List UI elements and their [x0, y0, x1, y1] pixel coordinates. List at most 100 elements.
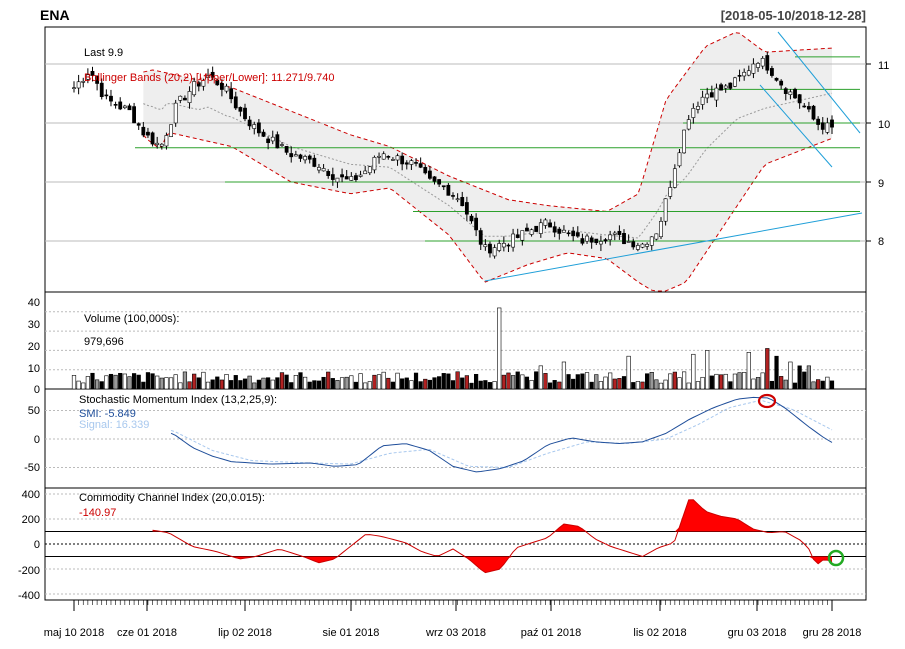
candle-down — [229, 88, 234, 100]
volume-bar — [464, 375, 469, 390]
volume-bar — [474, 373, 479, 390]
volume-bar — [571, 378, 576, 390]
volume-bar — [289, 382, 294, 390]
volume-bar — [95, 379, 100, 390]
volume-bar — [705, 350, 710, 390]
volume-bar — [233, 375, 238, 390]
candle-up — [173, 102, 178, 124]
candle-up — [395, 155, 400, 161]
candle-up — [788, 91, 793, 95]
x-label-7: gru 03 2018 — [728, 627, 787, 639]
candle-down — [793, 88, 797, 99]
volume-bar — [714, 373, 719, 390]
price-tick-9: 9 — [878, 178, 884, 190]
candle-up — [303, 156, 307, 161]
volume-bar — [825, 376, 830, 390]
bollinger-label: Bollinger Bands (20,2) [Upper/Lower]: 11… — [84, 72, 335, 84]
volume-bar — [797, 365, 802, 390]
candle-down — [330, 174, 335, 180]
candle-up — [682, 129, 686, 154]
candle-up — [585, 235, 589, 242]
candle-down — [284, 146, 289, 153]
candle-up — [280, 144, 284, 146]
candle-up — [608, 234, 613, 241]
volume-bar — [460, 377, 465, 390]
volume-bar — [612, 378, 617, 390]
candle-down — [386, 156, 391, 158]
candle-up — [72, 87, 76, 90]
candle-up — [169, 124, 173, 137]
candle-down — [432, 176, 437, 182]
volume-bar — [594, 374, 599, 390]
volume-bar — [566, 374, 571, 390]
chart-title: ENA — [40, 7, 70, 23]
candle-up — [529, 229, 534, 235]
candle-up — [723, 85, 728, 89]
volume-bar — [390, 381, 396, 390]
candle-down — [261, 131, 266, 137]
volume-bar — [321, 376, 326, 390]
volume-bar — [746, 352, 751, 390]
candle-down — [566, 232, 571, 235]
candle-down — [354, 175, 358, 180]
volume-bar — [404, 377, 409, 390]
volume-bar — [81, 382, 86, 390]
candle-down — [233, 96, 238, 109]
volume-bar — [524, 376, 530, 390]
volume-bar — [242, 378, 248, 390]
candle-down — [478, 230, 483, 245]
candle-up — [293, 154, 298, 157]
volume-bar — [492, 381, 497, 390]
volume-bar — [487, 382, 493, 390]
candle-up — [686, 119, 691, 130]
candle-up — [155, 142, 160, 145]
volume-bar — [617, 378, 622, 390]
volume-bar — [182, 371, 188, 390]
volume-bar — [85, 376, 90, 390]
candle-down — [460, 197, 465, 207]
volume-bar — [654, 379, 659, 390]
volume-bar — [395, 372, 400, 390]
candle-down — [243, 107, 247, 120]
candle-down — [451, 195, 455, 197]
volume-title: Volume (100,000s): — [84, 313, 179, 325]
volume-bar — [118, 372, 123, 390]
candle-up — [363, 170, 368, 175]
candle-down — [594, 238, 599, 244]
volume-bar — [432, 377, 437, 390]
volume-tick-20: 20 — [28, 341, 40, 353]
volume-layer — [71, 307, 835, 390]
volume-bar — [580, 373, 585, 390]
volume-bar — [515, 371, 520, 390]
volume-bar — [575, 374, 580, 390]
volume-bar — [455, 371, 460, 390]
candle-up — [649, 236, 654, 246]
volume-bar — [344, 376, 349, 390]
candle-up — [626, 241, 631, 243]
volume-bar — [820, 380, 825, 390]
candle-up — [224, 85, 229, 92]
candle-up — [317, 167, 321, 171]
volume-bar — [621, 376, 627, 390]
candle-down — [146, 131, 150, 136]
candle-up — [599, 241, 603, 245]
candle-up — [825, 122, 830, 133]
volume-bar — [71, 375, 77, 390]
volume-bar — [497, 307, 502, 390]
volume-bar — [196, 377, 201, 390]
candle-down — [446, 184, 451, 196]
volume-bar — [159, 377, 164, 390]
candle-up — [612, 232, 617, 235]
candle-down — [797, 94, 802, 104]
candle-down — [719, 84, 723, 91]
x-label-1: cze 01 2018 — [117, 627, 177, 639]
candle-up — [122, 105, 127, 109]
candle-down — [423, 167, 428, 174]
volume-bar — [695, 381, 701, 390]
volume-bar — [145, 372, 151, 390]
volume-bar — [104, 375, 109, 390]
candle-down — [488, 243, 492, 254]
volume-bar — [700, 376, 705, 390]
volume-bar — [205, 381, 211, 390]
volume-bar — [626, 355, 631, 390]
